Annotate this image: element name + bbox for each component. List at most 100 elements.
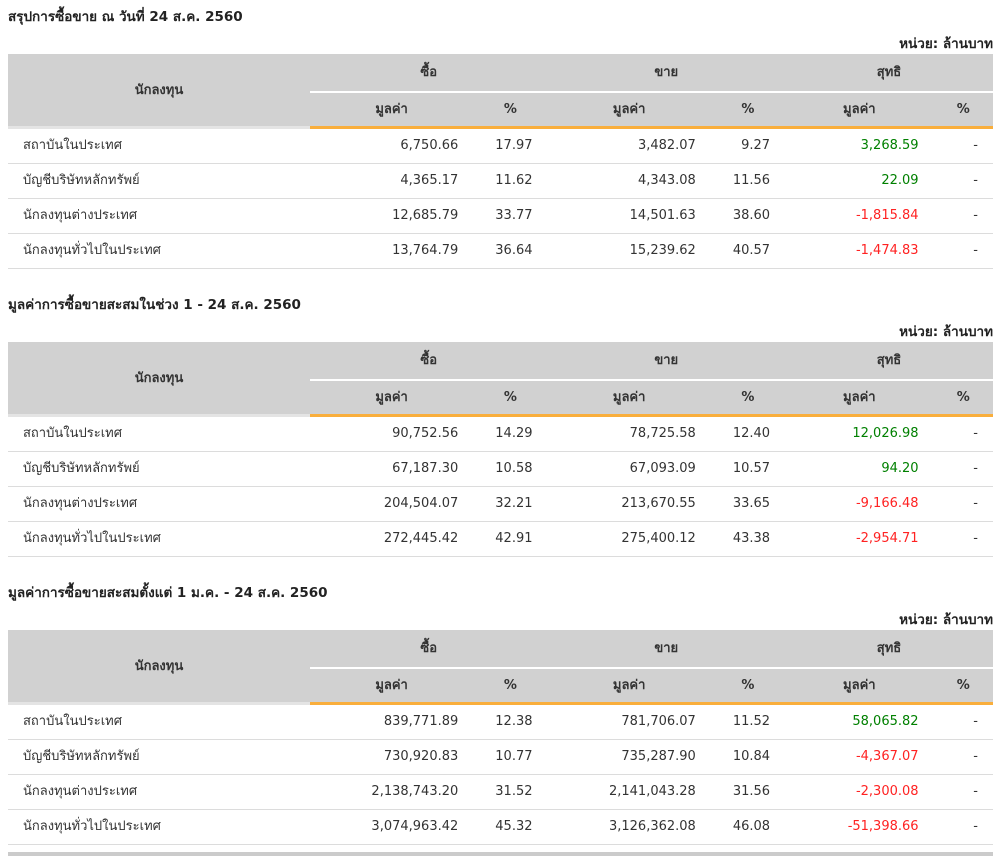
net-value: 22.09 bbox=[785, 164, 934, 199]
buy-percent: 11.62 bbox=[473, 164, 548, 199]
investor-name: สถาบันในประเทศ bbox=[8, 705, 310, 740]
buy-column-header: ซื้อ bbox=[309, 342, 548, 379]
sell-value-subheader: มูลค่า bbox=[547, 379, 711, 417]
investor-name: บัญชีบริษัทหลักทรัพย์ bbox=[8, 740, 310, 775]
section-title: สรุปการซื้อขาย ณ วันที่ 24 ส.ค. 2560 bbox=[8, 9, 243, 25]
buy-percent: 32.21 bbox=[473, 487, 548, 522]
net-percent: - bbox=[933, 740, 993, 775]
buy-percent: 31.52 bbox=[473, 775, 548, 810]
sell-value: 15,239.62 bbox=[547, 234, 711, 269]
unit-label: หน่วย: ล้านบาท bbox=[899, 324, 993, 340]
section-title: มูลค่าการซื้อขายสะสมตั้งแต่ 1 ม.ค. - 24 … bbox=[8, 585, 328, 601]
sell-percent-subheader: % bbox=[710, 667, 786, 705]
investor-name: นักลงทุนต่างประเทศ bbox=[8, 487, 310, 522]
table-row: นักลงทุนทั่วไปในประเทศ 272,445.42 42.91 … bbox=[8, 522, 993, 557]
net-percent: - bbox=[933, 129, 993, 164]
sell-percent: 12.40 bbox=[710, 417, 786, 452]
table-row: บัญชีบริษัทหลักทรัพย์ 730,920.83 10.77 7… bbox=[8, 740, 993, 775]
sell-percent: 31.56 bbox=[710, 775, 786, 810]
unit-label: หน่วย: ล้านบาท bbox=[899, 36, 993, 52]
buy-value-subheader: มูลค่า bbox=[309, 91, 474, 129]
daily-summary-table: นักลงทุน ซื้อ ขาย สุทธิ มูลค่า % มูลค่า … bbox=[8, 54, 993, 269]
net-percent: - bbox=[933, 199, 993, 234]
net-percent: - bbox=[933, 234, 993, 269]
buy-value: 90,752.56 bbox=[309, 417, 474, 452]
sell-percent: 11.52 bbox=[710, 705, 786, 740]
buy-column-header: ซื้อ bbox=[309, 54, 548, 91]
investor-name: นักลงทุนต่างประเทศ bbox=[8, 199, 310, 234]
table-row: นักลงทุนต่างประเทศ 204,504.07 32.21 213,… bbox=[8, 487, 993, 522]
buy-percent: 10.58 bbox=[473, 452, 548, 487]
net-value: -1,815.84 bbox=[785, 199, 934, 234]
sell-value: 14,501.63 bbox=[547, 199, 711, 234]
sell-column-header: ขาย bbox=[547, 630, 786, 667]
investor-name: นักลงทุนทั่วไปในประเทศ bbox=[8, 522, 310, 557]
table-row: นักลงทุนต่างประเทศ 2,138,743.20 31.52 2,… bbox=[8, 775, 993, 810]
sell-percent: 40.57 bbox=[710, 234, 786, 269]
buy-value: 272,445.42 bbox=[309, 522, 474, 557]
net-value: 3,268.59 bbox=[785, 129, 934, 164]
buy-value-subheader: มูลค่า bbox=[309, 379, 474, 417]
net-percent: - bbox=[933, 452, 993, 487]
year-to-date-table: นักลงทุน ซื้อ ขาย สุทธิ มูลค่า % มูลค่า … bbox=[8, 630, 993, 845]
investor-column-header: นักลงทุน bbox=[8, 342, 310, 417]
sell-percent-subheader: % bbox=[710, 379, 786, 417]
buy-column-header: ซื้อ bbox=[309, 630, 548, 667]
sell-percent: 38.60 bbox=[710, 199, 786, 234]
sell-value: 78,725.58 bbox=[547, 417, 711, 452]
sell-percent: 10.84 bbox=[710, 740, 786, 775]
investor-column-header: นักลงทุน bbox=[8, 630, 310, 705]
sell-value: 735,287.90 bbox=[547, 740, 711, 775]
buy-value: 12,685.79 bbox=[309, 199, 474, 234]
net-value-subheader: มูลค่า bbox=[785, 379, 934, 417]
buy-percent: 17.97 bbox=[473, 129, 548, 164]
table-row: สถาบันในประเทศ 6,750.66 17.97 3,482.07 9… bbox=[8, 129, 993, 164]
net-percent-subheader: % bbox=[933, 91, 993, 129]
investor-column-header: นักลงทุน bbox=[8, 54, 310, 129]
investor-name: สถาบันในประเทศ bbox=[8, 129, 310, 164]
net-value-subheader: มูลค่า bbox=[785, 91, 934, 129]
sell-column-header: ขาย bbox=[547, 342, 786, 379]
month-to-date-table: นักลงทุน ซื้อ ขาย สุทธิ มูลค่า % มูลค่า … bbox=[8, 342, 993, 557]
net-value: -2,300.08 bbox=[785, 775, 934, 810]
sell-value-subheader: มูลค่า bbox=[547, 91, 711, 129]
trading-summary-page: สรุปการซื้อขาย ณ วันที่ 24 ส.ค. 2560 หน่… bbox=[0, 0, 1001, 856]
net-value: 58,065.82 bbox=[785, 705, 934, 740]
net-percent-subheader: % bbox=[933, 667, 993, 705]
net-column-header: สุทธิ bbox=[785, 342, 993, 379]
net-percent-subheader: % bbox=[933, 379, 993, 417]
buy-value-subheader: มูลค่า bbox=[309, 667, 474, 705]
sell-percent: 10.57 bbox=[710, 452, 786, 487]
net-value: -4,367.07 bbox=[785, 740, 934, 775]
table-row: สถาบันในประเทศ 90,752.56 14.29 78,725.58… bbox=[8, 417, 993, 452]
buy-percent: 10.77 bbox=[473, 740, 548, 775]
section-title: มูลค่าการซื้อขายสะสมในช่วง 1 - 24 ส.ค. 2… bbox=[8, 297, 301, 313]
buy-percent: 33.77 bbox=[473, 199, 548, 234]
sell-percent: 43.38 bbox=[710, 522, 786, 557]
sell-percent: 11.56 bbox=[710, 164, 786, 199]
sell-column-header: ขาย bbox=[547, 54, 786, 91]
buy-value: 2,138,743.20 bbox=[309, 775, 474, 810]
buy-percent: 12.38 bbox=[473, 705, 548, 740]
table-row: บัญชีบริษัทหลักทรัพย์ 4,365.17 11.62 4,3… bbox=[8, 164, 993, 199]
net-value: 94.20 bbox=[785, 452, 934, 487]
net-percent: - bbox=[933, 522, 993, 557]
buy-percent-subheader: % bbox=[473, 91, 548, 129]
net-value-subheader: มูลค่า bbox=[785, 667, 934, 705]
net-value: -2,954.71 bbox=[785, 522, 934, 557]
buy-value: 6,750.66 bbox=[309, 129, 474, 164]
sell-value: 213,670.55 bbox=[547, 487, 711, 522]
buy-percent-subheader: % bbox=[473, 667, 548, 705]
buy-value: 730,920.83 bbox=[309, 740, 474, 775]
sell-value: 2,141,043.28 bbox=[547, 775, 711, 810]
sell-percent: 33.65 bbox=[710, 487, 786, 522]
net-percent: - bbox=[933, 417, 993, 452]
table-row: นักลงทุนทั่วไปในประเทศ 13,764.79 36.64 1… bbox=[8, 234, 993, 269]
buy-percent-subheader: % bbox=[473, 379, 548, 417]
net-percent: - bbox=[933, 775, 993, 810]
buy-value: 204,504.07 bbox=[309, 487, 474, 522]
section-month-to-date: มูลค่าการซื้อขายสะสมในช่วง 1 - 24 ส.ค. 2… bbox=[8, 296, 993, 557]
section-year-to-date: มูลค่าการซื้อขายสะสมตั้งแต่ 1 ม.ค. - 24 … bbox=[8, 584, 993, 845]
investor-name: นักลงทุนทั่วไปในประเทศ bbox=[8, 234, 310, 269]
bottom-divider bbox=[8, 852, 993, 856]
